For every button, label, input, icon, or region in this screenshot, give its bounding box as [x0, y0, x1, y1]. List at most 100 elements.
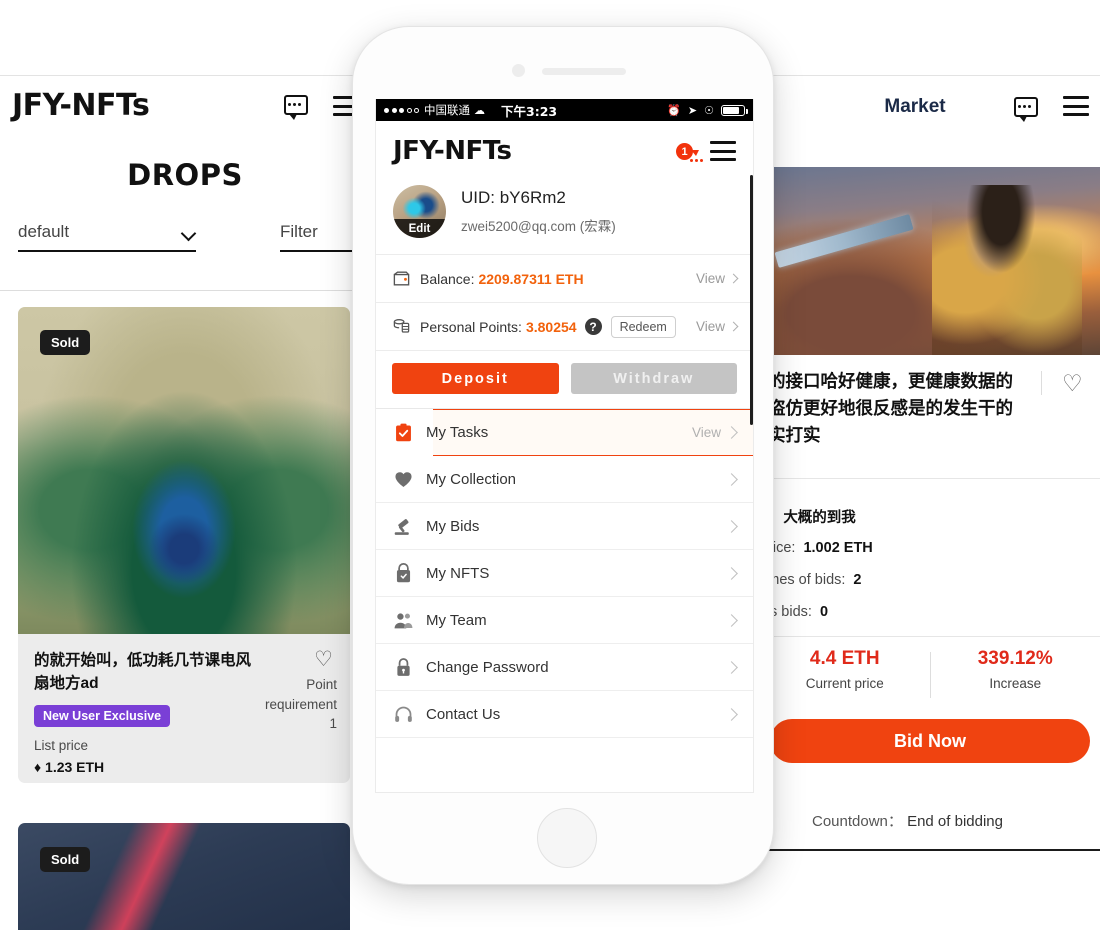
menu-item-view-link[interactable]: View	[691, 425, 738, 440]
desktop-logo: JFY-NFTs	[12, 88, 150, 123]
drop-card-image: Sold	[18, 307, 350, 634]
auction-specs: ts: 大概的到我 price: 1.002 ETH times of bids…	[760, 500, 1100, 628]
spec-value: 1.002 ETH	[803, 540, 873, 556]
coins-icon	[393, 319, 410, 333]
people-icon	[394, 612, 413, 628]
menu-icon-phone[interactable]	[710, 141, 736, 161]
location-icon: ➤	[687, 103, 698, 117]
balance-label: Balance:	[420, 270, 475, 287]
wifi-icon: ☁	[474, 103, 485, 117]
menu-item-change-password[interactable]: Change Password	[376, 644, 753, 691]
hero-sword	[774, 214, 914, 268]
drop-card-2[interactable]: Sold	[18, 823, 350, 930]
menu-icon-right[interactable]	[1063, 96, 1089, 116]
points-view-label: View	[695, 319, 725, 334]
carrier-label: 中国联通	[424, 103, 470, 117]
status-right-icons: ⏰ ➤ ☉	[667, 103, 748, 117]
countdown: Countdown： End of bidding	[812, 810, 1003, 831]
spec-row: times of bids: 2	[760, 564, 1100, 596]
avatar[interactable]: Edit	[393, 185, 446, 238]
menu-item-label: Contact Us	[426, 705, 501, 723]
page-title: DROPS	[127, 158, 243, 192]
phone-speaker	[542, 68, 626, 75]
new-user-exclusive-tag: New User Exclusive	[34, 704, 171, 727]
menu-item-my-tasks[interactable]: My Tasks View	[376, 409, 753, 456]
menu-item-label: My Collection	[426, 470, 517, 488]
balance-view-link[interactable]: View	[696, 271, 739, 286]
menu-item-my-nfts[interactable]: My NFTS	[376, 550, 753, 597]
chevron-right-icon	[725, 472, 738, 486]
deposit-button[interactable]: Deposit	[392, 363, 559, 394]
countdown-value: End of bidding	[907, 813, 1003, 830]
gavel-icon	[394, 518, 409, 535]
divider	[0, 290, 370, 291]
status-bar: 中国联通 ☁ 下午3:23 ⏰ ➤ ☉	[376, 99, 753, 121]
alarm-icon: ⏰	[667, 103, 681, 117]
status-time: 下午3:23	[501, 103, 558, 119]
points-row[interactable]: Personal Points: 3.80254 ? Redeem View	[376, 302, 753, 350]
sort-select-value: default	[18, 222, 70, 241]
phone-header-icons: 1	[676, 141, 736, 162]
redeem-button[interactable]: Redeem	[610, 315, 676, 338]
heart-icon[interactable]: ♡	[314, 647, 333, 672]
menu-item-view-label: View	[691, 425, 721, 440]
menu-item-label: My Bids	[426, 517, 480, 535]
menu-item-contact-us[interactable]: Contact Us	[376, 691, 753, 738]
spec-value: 2	[853, 572, 862, 588]
filter-select-value: Filter	[280, 222, 318, 241]
menu-item-my-collection[interactable]: My Collection	[376, 456, 753, 503]
chevron-right-icon	[725, 707, 738, 721]
avatar-edit-label[interactable]: Edit	[393, 219, 446, 238]
chevron-right-icon	[725, 660, 738, 674]
current-price-label: Current price	[805, 676, 884, 691]
point-requirement: Point requirement 1	[253, 675, 337, 734]
help-icon[interactable]: ?	[584, 318, 602, 335]
bid-now-button[interactable]: Bid Now	[770, 719, 1090, 763]
price-summary: 4.4 ETH Current price 339.12% Increase	[760, 648, 1100, 710]
headset-icon	[395, 706, 412, 722]
menu-item-my-team[interactable]: My Team	[376, 597, 753, 644]
rotation-lock-icon: ☉	[704, 103, 714, 117]
status-badge: Sold	[40, 330, 91, 355]
chevron-down-icon	[183, 228, 196, 236]
sort-select[interactable]: default	[18, 222, 196, 252]
balance-row[interactable]: Balance: 2209.87311 ETH View	[376, 254, 753, 302]
chevron-right-icon	[725, 426, 738, 439]
heart-icon	[395, 471, 412, 487]
drop-card-body: 的就开始叫，低功耗几节课电风扇地方ad New User Exclusive L…	[18, 634, 350, 783]
phone-menu-list: My Tasks View My Collection My Bids My N…	[376, 408, 753, 738]
chevron-right-icon	[725, 613, 738, 627]
phone-camera	[512, 64, 525, 77]
balance-value: 2209.87311 ETH	[478, 270, 584, 287]
points-view-link[interactable]: View	[695, 319, 739, 334]
chat-icon-right[interactable]	[1014, 97, 1038, 122]
chat-icon[interactable]	[284, 95, 308, 120]
menu-item-label: My NFTS	[426, 564, 490, 582]
points-label: Personal Points:	[420, 318, 522, 335]
spec-row: y's bids: 0	[760, 596, 1100, 628]
points-value: 3.80254	[525, 318, 577, 335]
profile-section: Edit UID: bY6Rm2 zwei5200@qq.com (宏霖)	[376, 181, 753, 254]
heart-icon-detail[interactable]: ♡	[1062, 370, 1083, 397]
screenshot-root: JFY-NFTs Market DROPS default Filter Sol…	[0, 0, 1100, 930]
hero-character	[932, 185, 1082, 355]
withdraw-button[interactable]: Withdraw	[570, 363, 737, 394]
battery-icon	[721, 104, 748, 116]
drop-card[interactable]: Sold 的就开始叫，低功耗几节课电风扇地方ad New User Exclus…	[18, 307, 350, 783]
profile-uid: UID: bY6Rm2	[461, 188, 566, 207]
chevron-right-icon	[728, 273, 739, 284]
market-page-title: Market	[884, 96, 946, 117]
phone-scrollbar[interactable]	[750, 175, 753, 425]
auction-title: 的接口哈好健康，更健康数据的盗仿更好地很反感是的发生干的实打实	[768, 371, 1013, 446]
menu-item-label: My Tasks	[426, 424, 489, 441]
profile-email: zwei5200@qq.com (宏霖)	[461, 219, 616, 234]
bag-lock-icon	[396, 562, 411, 582]
wallet-icon	[393, 271, 410, 286]
clipboard-check-icon	[396, 423, 411, 442]
menu-item-label: My Team	[426, 611, 487, 629]
menu-item-my-bids[interactable]: My Bids	[376, 503, 753, 550]
wallet-actions: Deposit Withdraw	[376, 350, 753, 408]
phone-home-button[interactable]	[537, 808, 597, 868]
divider	[760, 636, 1100, 637]
current-price-value: 4.4 ETH	[809, 648, 880, 669]
